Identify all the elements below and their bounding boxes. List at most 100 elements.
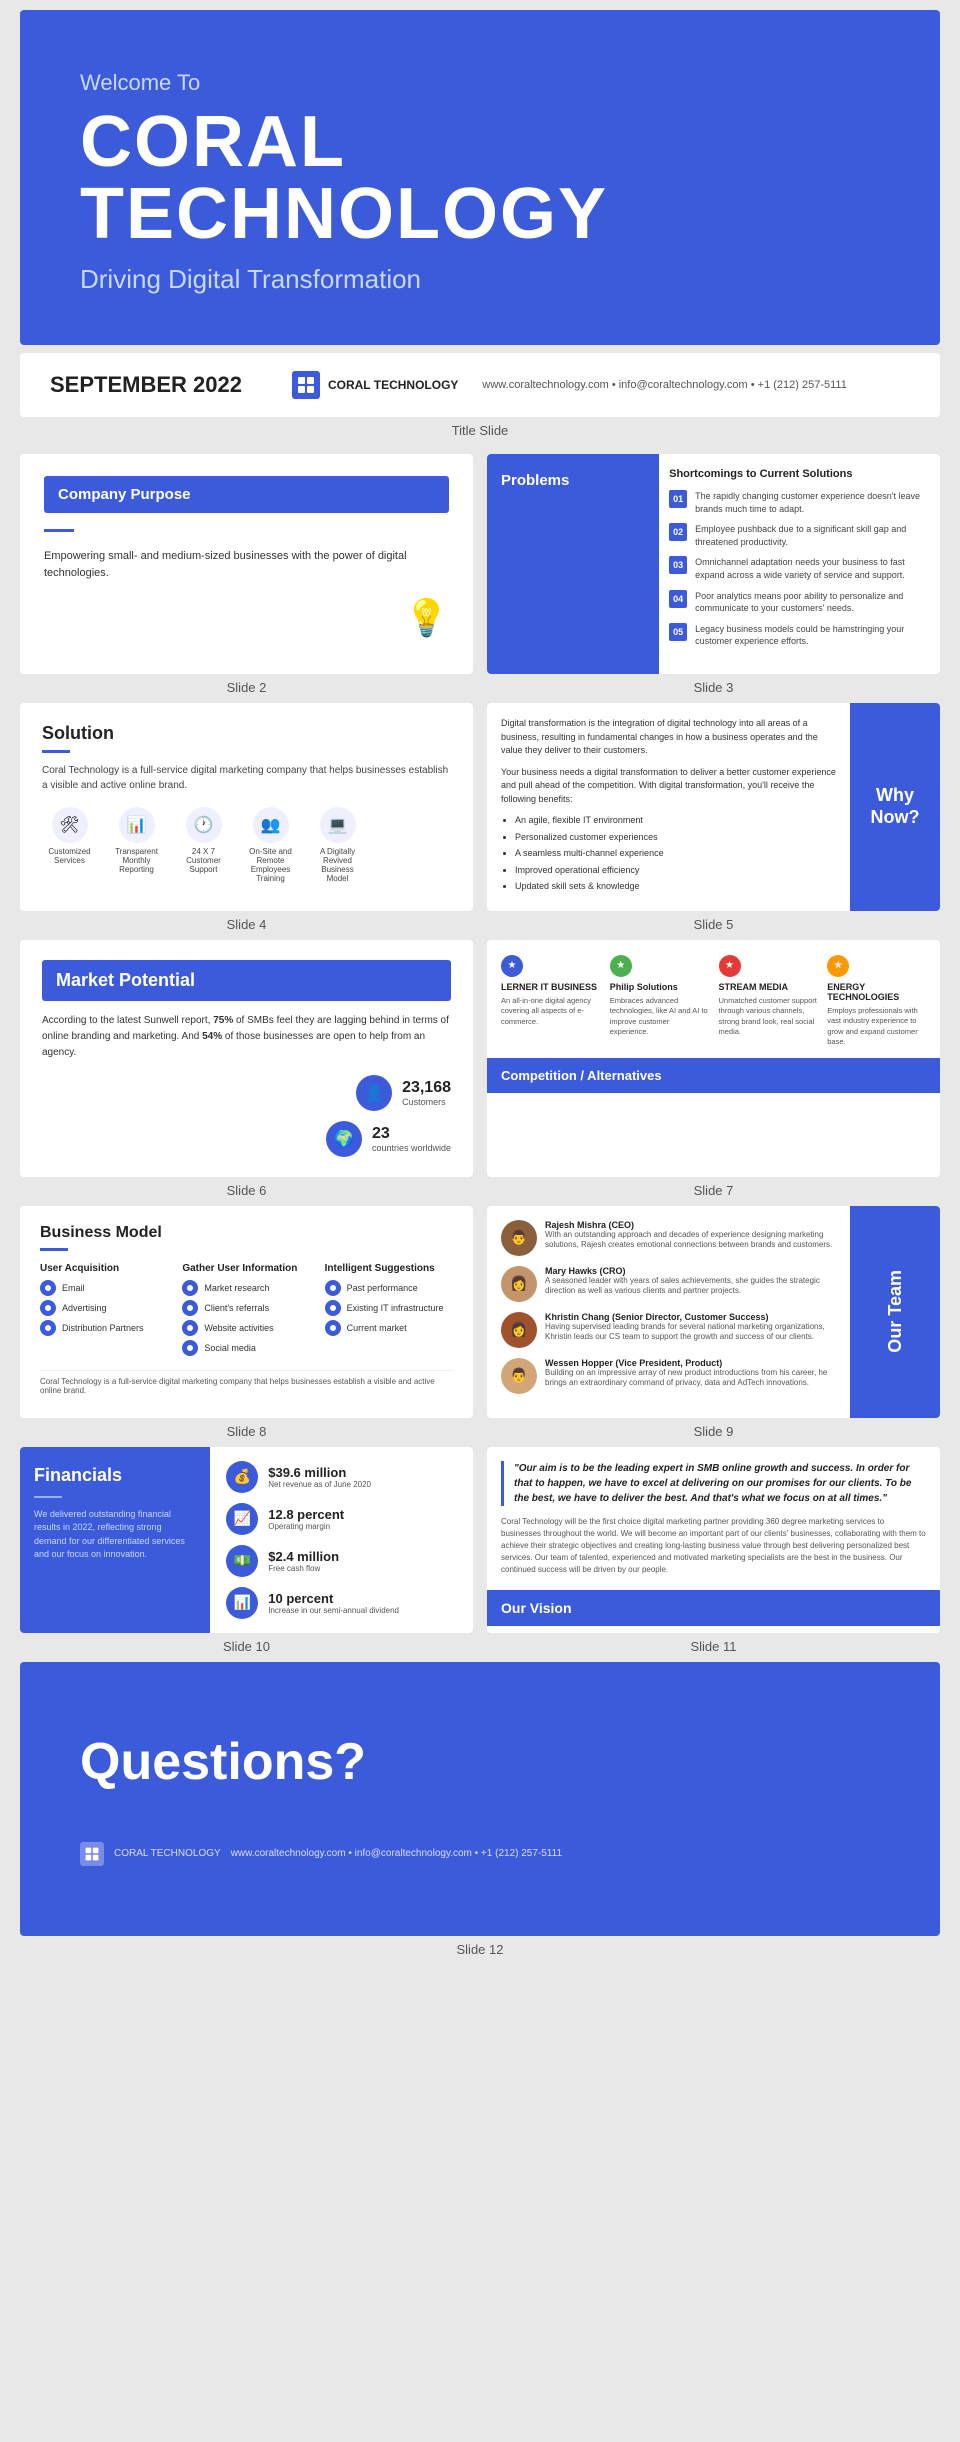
slide12-label: Slide 12 xyxy=(457,1936,504,1965)
market-potential-title: Market Potential xyxy=(42,960,451,1001)
comp-logo-icon: ★ xyxy=(501,955,523,977)
benefit-item: An agile, flexible IT environment xyxy=(515,814,836,828)
team-name: Mary Hawks (CRO) xyxy=(545,1266,836,1276)
bm-dot-inner xyxy=(330,1325,336,1331)
bm-dot-inner xyxy=(45,1325,51,1331)
benefit-item: Updated skill sets & knowledge xyxy=(515,880,836,894)
fin-stat-info: $39.6 million Net revenue as of June 202… xyxy=(268,1465,371,1489)
slide11: "Our aim is to be the leading expert in … xyxy=(487,1447,940,1633)
problems-list: 01 The rapidly changing customer experie… xyxy=(669,490,926,648)
slide5: Digital transformation is the integratio… xyxy=(487,703,940,911)
stat-customers-info: 23,168 Customers xyxy=(402,1079,451,1107)
vision-desc: Coral Technology will be the first choic… xyxy=(501,1516,926,1576)
competitor-item: ★ ENERGY TECHNOLOGIES Employs profession… xyxy=(827,954,926,1048)
slides-8-9-row: Business Model User Acquisition Email Ad… xyxy=(20,1206,940,1447)
bm-col-title: Gather User Information xyxy=(182,1263,310,1274)
bm-dot-inner xyxy=(187,1305,193,1311)
competitor-item: ★ Philip Solutions Embraces advanced tec… xyxy=(610,954,709,1048)
team-avatar: 👨 xyxy=(501,1220,537,1256)
bm-dot xyxy=(40,1280,56,1296)
fin-label: Net revenue as of June 2020 xyxy=(268,1480,371,1489)
fin-stat: 💰 $39.6 million Net revenue as of June 2… xyxy=(226,1461,457,1493)
bm-item-text: Current market xyxy=(347,1323,407,1333)
slide12-logo-svg xyxy=(84,1846,100,1862)
slide9-label: Slide 9 xyxy=(487,1418,940,1447)
bm-item: Website activities xyxy=(182,1320,310,1336)
vision-quote: "Our aim is to be the leading expert in … xyxy=(501,1461,926,1506)
slide10-label: Slide 10 xyxy=(20,1633,473,1662)
team-role: A seasoned leader with years of sales ac… xyxy=(545,1276,836,1297)
slide4: Solution Coral Technology is a full-serv… xyxy=(20,703,473,911)
bm-dot-inner xyxy=(330,1305,336,1311)
fin-label: Increase in our semi-annual dividend xyxy=(268,1606,399,1615)
financials-desc: We delivered outstanding financial resul… xyxy=(34,1508,196,1562)
team-member: 👩 Khristin Chang (Senior Director, Custo… xyxy=(501,1312,836,1348)
fin-value: $2.4 million xyxy=(268,1549,339,1564)
customers-value: 23,168 xyxy=(402,1079,451,1097)
solution-icon-item: 📊 Transparent Monthly Reporting xyxy=(109,807,164,883)
problem-item: 05 Legacy business models could be hamst… xyxy=(669,623,926,648)
fin-stat-icon: 💰 xyxy=(226,1461,258,1493)
bm-item: Social media xyxy=(182,1340,310,1356)
bm-blue-line xyxy=(40,1248,68,1251)
team-member: 👨 Rajesh Mishra (CEO) With an outstandin… xyxy=(501,1220,836,1256)
fin-stat-info: 12.8 percent Operating margin xyxy=(268,1507,344,1531)
team-info: Khristin Chang (Senior Director, Custome… xyxy=(545,1312,836,1348)
team-avatar: 👩 xyxy=(501,1312,537,1348)
sol-icon-circle: 💻 xyxy=(320,807,356,843)
slide8: Business Model User Acquisition Email Ad… xyxy=(20,1206,473,1418)
comp-name: Philip Solutions xyxy=(610,982,709,992)
slide11-top: "Our aim is to be the leading expert in … xyxy=(487,1447,940,1590)
fin-stat: 📊 10 percent Increase in our semi-annual… xyxy=(226,1587,457,1619)
solution-title: Solution xyxy=(42,723,451,744)
slide9-left: 👨 Rajesh Mishra (CEO) With an outstandin… xyxy=(487,1206,850,1418)
sol-icon-circle: 🛠 xyxy=(52,807,88,843)
bm-item: Market research xyxy=(182,1280,310,1296)
bm-item: Current market xyxy=(325,1320,453,1336)
fin-value: 12.8 percent xyxy=(268,1507,344,1522)
slide12-contact: www.coraltechnology.com • info@coraltech… xyxy=(231,1848,562,1859)
comp-desc: Unmatched customer support through vario… xyxy=(719,996,818,1038)
problem-text: Employee pushback due to a significant s… xyxy=(695,523,926,548)
countries-value: 23 xyxy=(372,1125,451,1143)
comp-desc: Embraces advanced technologies, like AI … xyxy=(610,996,709,1038)
slide7-col: ★ LERNER IT BUSINESS An all-in-one digit… xyxy=(487,940,940,1206)
fin-value: 10 percent xyxy=(268,1591,399,1606)
competition-title: Competition / Alternatives xyxy=(501,1068,926,1083)
bm-item-text: Existing IT infrastructure xyxy=(347,1303,444,1313)
slide8-col: Business Model User Acquisition Email Ad… xyxy=(20,1206,473,1447)
solution-icon-item: 🕐 24 X 7 Customer Support xyxy=(176,807,231,883)
slide4-label: Slide 4 xyxy=(20,911,473,940)
bm-dot xyxy=(40,1300,56,1316)
bm-dot xyxy=(182,1340,198,1356)
slide6-label: Slide 6 xyxy=(20,1177,473,1206)
bm-col: User Acquisition Email Advertising Distr… xyxy=(40,1263,168,1360)
countries-icon: 🌍 xyxy=(326,1121,362,1157)
slide10-left: Financials We delivered outstanding fina… xyxy=(20,1447,210,1633)
sol-blue-line xyxy=(42,750,70,753)
bm-dot-inner xyxy=(187,1285,193,1291)
team-member: 👨 Wessen Hopper (Vice President, Product… xyxy=(501,1358,836,1394)
blue-divider xyxy=(44,529,74,532)
slide5-body2: Your business needs a digital transforma… xyxy=(501,766,836,807)
slides-6-7-row: Market Potential According to the latest… xyxy=(20,940,940,1206)
bm-title: Business Model xyxy=(40,1224,453,1242)
slide10-right: 💰 $39.6 million Net revenue as of June 2… xyxy=(210,1447,473,1633)
solution-icon-item: 💻 A Digitally Revived Business Model xyxy=(310,807,365,883)
slide3-label: Slide 3 xyxy=(487,674,940,703)
slide5-label: Slide 5 xyxy=(487,911,940,940)
comp-desc: An all-in-one digital agency covering al… xyxy=(501,996,600,1028)
slide10-col: Financials We delivered outstanding fina… xyxy=(20,1447,473,1662)
fin-blue-line xyxy=(34,1496,62,1498)
bm-col: Intelligent Suggestions Past performance… xyxy=(325,1263,453,1360)
logo-label: CORAL TECHNOLOGY xyxy=(328,378,458,392)
bm-item-text: Client's referrals xyxy=(204,1303,269,1313)
slide7: ★ LERNER IT BUSINESS An all-in-one digit… xyxy=(487,940,940,1177)
bm-item: Distribution Partners xyxy=(40,1320,168,1336)
comp-logo: ★ xyxy=(827,954,926,978)
team-member: 👩 Mary Hawks (CRO) A seasoned leader wit… xyxy=(501,1266,836,1302)
company-purpose-title: Company Purpose xyxy=(44,476,449,513)
stat-countries: 🌍 23 countries worldwide xyxy=(326,1121,451,1157)
slide5-body1: Digital transformation is the integratio… xyxy=(501,717,836,758)
slide5-left: Digital transformation is the integratio… xyxy=(487,703,850,911)
